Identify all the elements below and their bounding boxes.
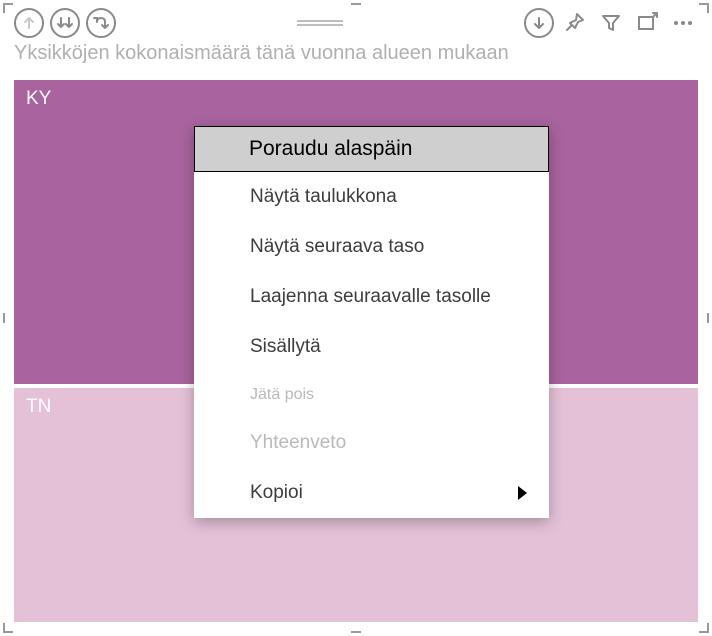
drill-down-all-icon[interactable] <box>50 8 80 38</box>
tile-label: KY <box>26 88 51 109</box>
menu-item-show-as-table[interactable]: Näytä taulukkona <box>194 172 549 222</box>
context-menu: Poraudu alaspäin Näytä taulukkona Näytä … <box>194 126 549 518</box>
menu-item-drill-down[interactable]: Poraudu alaspäin <box>194 126 549 172</box>
drill-mode-icon[interactable] <box>524 8 554 38</box>
resize-handle-top[interactable] <box>351 3 361 5</box>
visual-title: Yksikköjen kokonaismäärä tänä vuonna alu… <box>14 42 698 65</box>
menu-label: Kopioi <box>250 482 303 503</box>
menu-label: Näytä seuraava taso <box>250 236 424 257</box>
resize-handle-left[interactable] <box>3 313 5 323</box>
resize-handle-right[interactable] <box>707 313 709 323</box>
menu-label: Sisällytä <box>250 336 321 357</box>
visual-toolbar <box>14 8 698 38</box>
pin-icon[interactable] <box>560 8 590 38</box>
resize-handle-bottom[interactable] <box>351 631 361 633</box>
menu-item-exclude: Jätä pois <box>194 372 549 418</box>
menu-item-summarize: Yhteenveto <box>194 418 549 468</box>
menu-item-show-next-level[interactable]: Näytä seuraava taso <box>194 222 549 272</box>
drag-grip-icon[interactable] <box>295 16 345 30</box>
menu-label: Laajenna seuraavalle tasolle <box>250 286 491 307</box>
menu-label: Poraudu alaspäin <box>249 137 412 160</box>
resize-handle-tr[interactable] <box>699 3 709 13</box>
menu-label: Näytä taulukkona <box>250 186 397 207</box>
menu-item-copy[interactable]: Kopioi <box>194 468 549 518</box>
focus-mode-icon[interactable] <box>632 8 662 38</box>
drill-up-icon[interactable] <box>14 8 44 38</box>
filter-icon[interactable] <box>596 8 626 38</box>
menu-item-expand-next-level[interactable]: Laajenna seuraavalle tasolle <box>194 272 549 322</box>
tile-label: TN <box>26 396 51 417</box>
expand-all-down-icon[interactable] <box>86 8 116 38</box>
menu-item-include[interactable]: Sisällytä <box>194 322 549 372</box>
resize-handle-bl[interactable] <box>3 623 13 633</box>
chevron-right-icon <box>518 486 527 500</box>
resize-handle-br[interactable] <box>699 623 709 633</box>
more-options-icon[interactable] <box>668 8 698 38</box>
resize-handle-tl[interactable] <box>3 3 13 13</box>
menu-label: Jätä pois <box>250 386 314 403</box>
menu-label: Yhteenveto <box>250 432 346 453</box>
